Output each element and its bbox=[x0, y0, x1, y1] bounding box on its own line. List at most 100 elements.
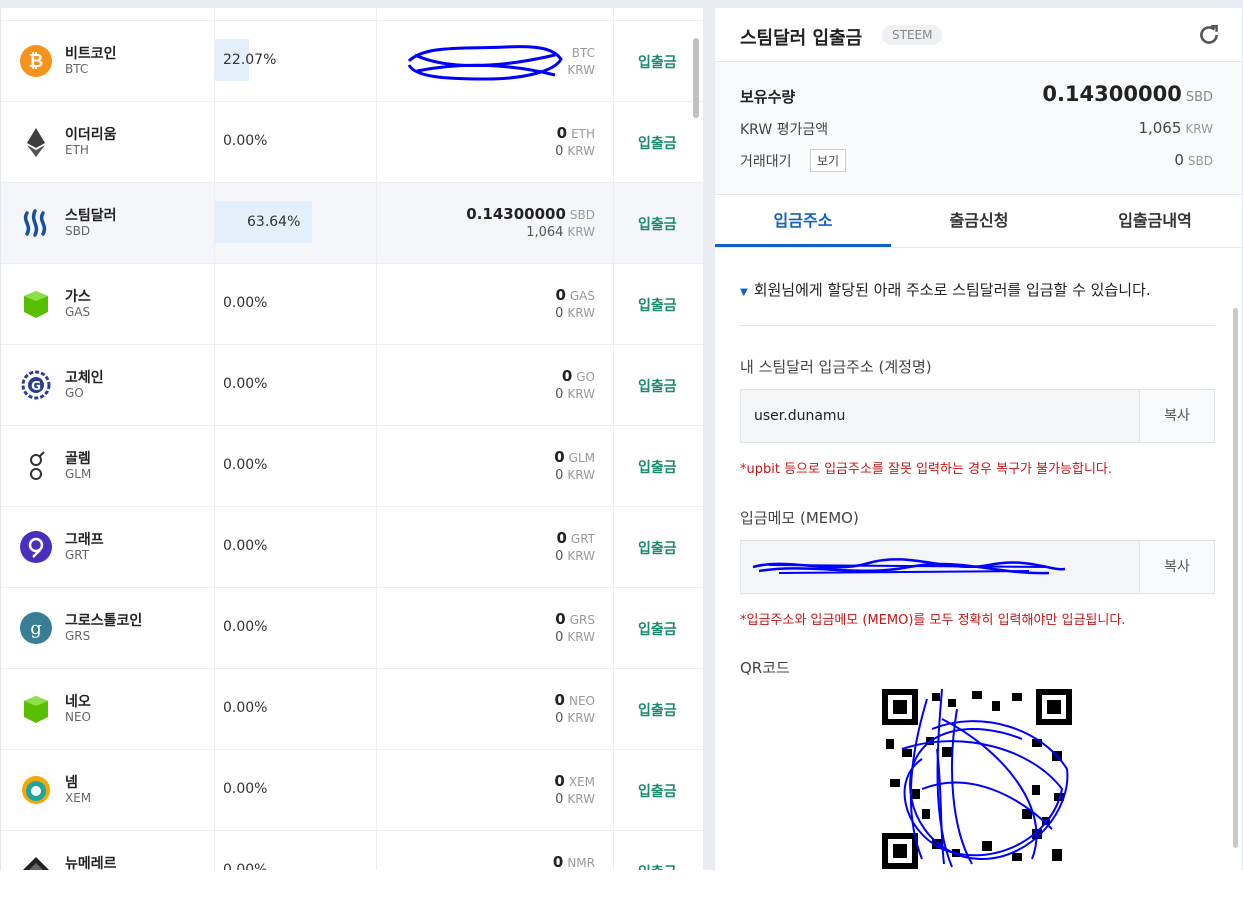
tab-deposit-address[interactable]: 입금주소 bbox=[715, 195, 891, 247]
copy-memo-button[interactable]: 복사 bbox=[1139, 541, 1214, 593]
deposit-withdraw-link[interactable]: 입출금 bbox=[638, 52, 677, 72]
coin-symbol: GRT bbox=[65, 548, 90, 562]
nem-icon bbox=[20, 774, 52, 806]
coin-symbol: GO bbox=[65, 386, 84, 400]
coin-name: 고체인 bbox=[65, 370, 104, 386]
top-strip bbox=[0, 0, 1243, 8]
coin-amount: 0 NMR bbox=[552, 853, 595, 870]
coin-symbol: BTC bbox=[65, 62, 89, 76]
coin-amount: 0 XEM bbox=[554, 772, 595, 790]
holding-ratio: 0.00% bbox=[223, 295, 268, 311]
coin-name: 골렘 bbox=[65, 451, 91, 467]
gas-icon bbox=[20, 288, 52, 320]
deposit-withdraw-link[interactable]: 입출금 bbox=[638, 133, 677, 153]
refresh-icon[interactable] bbox=[1196, 22, 1222, 48]
coin-krw: 0 KRW bbox=[555, 630, 595, 645]
deposit-withdraw-link[interactable]: 입출금 bbox=[638, 214, 677, 234]
ethereum-icon bbox=[20, 126, 52, 158]
coin-row[interactable]: 뉴메레르NMR0.00%0NMR0KRW입출금 bbox=[1, 831, 703, 870]
coin-row[interactable]: 넴 XEM 0.00% 0 XEM 0 KRW 입출금 bbox=[1, 750, 703, 831]
coin-name: 스팀달러 bbox=[65, 208, 117, 224]
coin-row[interactable]: g 그로스톨코인 GRS 0.00% 0 GRS 0 KRW 입출금 bbox=[1, 588, 703, 669]
coin-row[interactable]: 그래프 GRT 0.00% 0 GRT 0 KRW 입출금 bbox=[1, 507, 703, 588]
memo-field[interactable]: 복사 bbox=[740, 540, 1215, 594]
coin-name: 비트코인 bbox=[65, 46, 117, 62]
coin-row[interactable]: 가스 GAS 0.00% 0 GAS 0 KRW 입출금 bbox=[1, 264, 703, 345]
tab-history[interactable]: 입출금내역 bbox=[1067, 195, 1242, 247]
coin-amount: 0 NEO bbox=[554, 691, 595, 709]
coin-krw: KRW bbox=[567, 63, 595, 77]
coin-symbol: GLM bbox=[65, 467, 92, 481]
deposit-withdraw-link[interactable]: 입출금 bbox=[638, 700, 677, 720]
holding-ratio: 0.00% bbox=[223, 781, 268, 797]
address-warning: *upbit 등으로 입금주소를 잘못 입력하는 경우 복구가 불가능합니다. bbox=[740, 462, 1113, 477]
coin-amount: 0 GO bbox=[561, 367, 595, 385]
qr-label: QR코드 bbox=[740, 659, 790, 677]
memo-label: 입금메모 (MEMO) bbox=[740, 509, 859, 527]
caret-down-icon: ▼ bbox=[740, 287, 748, 298]
coin-row[interactable]: 골렘 GLM 0.00% 0 GLM 0 KRW 입출금 bbox=[1, 426, 703, 507]
krw-eval-label: KRW 평가금액 bbox=[740, 122, 829, 138]
holding-ratio: 0.00% bbox=[223, 619, 268, 635]
address-value: user.dunamu bbox=[754, 408, 846, 424]
deposit-withdraw-link[interactable]: 입출금 bbox=[638, 295, 677, 315]
coin-krw: 0 KRW bbox=[555, 144, 595, 159]
deposit-panel: 스팀달러 입출금 STEEM 보유수량 0.14300000 SBD KRW 평가… bbox=[715, 8, 1243, 870]
coin-row[interactable]: 이더리움 ETH 0.00% 0 ETH 0 KRW 입출금 bbox=[1, 102, 703, 183]
coin-krw: 0 KRW bbox=[555, 792, 595, 807]
coin-row[interactable]: 네오 NEO 0.00% 0 NEO 0 KRW 입출금 bbox=[1, 669, 703, 750]
coin-amount: 0 GRT bbox=[556, 529, 595, 547]
deposit-withdraw-link[interactable]: 입출금 bbox=[638, 457, 677, 477]
coin-amount: 0.14300000 SBD bbox=[466, 205, 595, 223]
coin-symbol: XEM bbox=[65, 791, 92, 805]
coin-krw: 0 KRW bbox=[555, 387, 595, 402]
coin-name: 이더리움 bbox=[65, 127, 117, 143]
view-pending-button[interactable]: 보기 bbox=[810, 149, 847, 172]
coin-krw: 1,064 KRW bbox=[526, 225, 595, 240]
coin-symbol: GRS bbox=[65, 629, 91, 643]
address-field[interactable]: user.dunamu 복사 bbox=[740, 389, 1215, 443]
coin-krw: 0 KRW bbox=[555, 306, 595, 321]
coin-name: 네오 bbox=[65, 694, 91, 710]
redaction-scribble bbox=[407, 45, 563, 81]
deposit-withdraw-link[interactable]: 입출금 bbox=[638, 538, 677, 558]
holding-ratio: 0.00% bbox=[223, 538, 268, 554]
divider bbox=[740, 325, 1215, 326]
neo-icon bbox=[20, 693, 52, 725]
panel-scrollbar[interactable] bbox=[1233, 308, 1238, 848]
svg-text:₿: ₿ bbox=[29, 51, 44, 72]
coin-amount: 0 ETH bbox=[556, 124, 595, 142]
deposit-withdraw-link[interactable]: 입출금 bbox=[638, 619, 677, 639]
coin-row[interactable]: G 고체인 GO 0.00% 0 GO 0 KRW 입출금 bbox=[1, 345, 703, 426]
coin-amount: 0 GLM bbox=[554, 448, 595, 466]
panel-header: 스팀달러 입출금 STEEM bbox=[715, 8, 1242, 62]
holding-value: 0.14300000 SBD bbox=[1042, 82, 1213, 106]
deposit-withdraw-link[interactable]: 입출금 bbox=[638, 376, 677, 396]
pending-label: 거래대기 bbox=[740, 154, 792, 170]
tab-withdraw-request[interactable]: 출금신청 bbox=[891, 195, 1067, 247]
holding-ratio: 0.00% bbox=[223, 457, 268, 473]
gochain-icon: G bbox=[20, 369, 52, 401]
deposit-withdraw-link[interactable]: 입출금 bbox=[638, 781, 677, 801]
holding-ratio: 0.00% bbox=[223, 133, 268, 149]
copy-address-button[interactable]: 복사 bbox=[1139, 390, 1214, 442]
coin-amount: BTC bbox=[571, 46, 595, 60]
svg-text:g: g bbox=[30, 618, 42, 639]
coin-row[interactable]: 스팀달러 SBD 63.64% 0.14300000 SBD 1,064 KRW 입출금 bbox=[1, 183, 703, 264]
network-badge: STEEM bbox=[882, 25, 943, 45]
coin-symbol: NEO bbox=[65, 710, 92, 724]
coin-row[interactable]: ₿ 비트코인 BTC 22.07% BTC KRW 입출금 bbox=[1, 21, 703, 102]
holding-ratio: 0.00% bbox=[223, 862, 268, 870]
golem-icon bbox=[20, 450, 52, 482]
coin-krw: 0 KRW bbox=[555, 468, 595, 483]
address-label: 내 스팀달러 입금주소 (계정명) bbox=[740, 358, 932, 376]
list-scrollbar[interactable] bbox=[693, 38, 699, 118]
panel-tabs: 입금주소 출금신청 입출금내역 bbox=[715, 195, 1242, 248]
coin-name: 그로스톨코인 bbox=[65, 613, 143, 629]
holding-ratio: 0.00% bbox=[223, 376, 268, 392]
holding-ratio: 22.07% bbox=[223, 52, 277, 68]
holding-ratio: 0.00% bbox=[223, 700, 268, 716]
krw-eval-value: 1,065 KRW bbox=[1138, 119, 1213, 137]
holding-ratio: 63.64% bbox=[247, 214, 301, 230]
deposit-withdraw-link[interactable]: 입출금 bbox=[638, 862, 677, 870]
